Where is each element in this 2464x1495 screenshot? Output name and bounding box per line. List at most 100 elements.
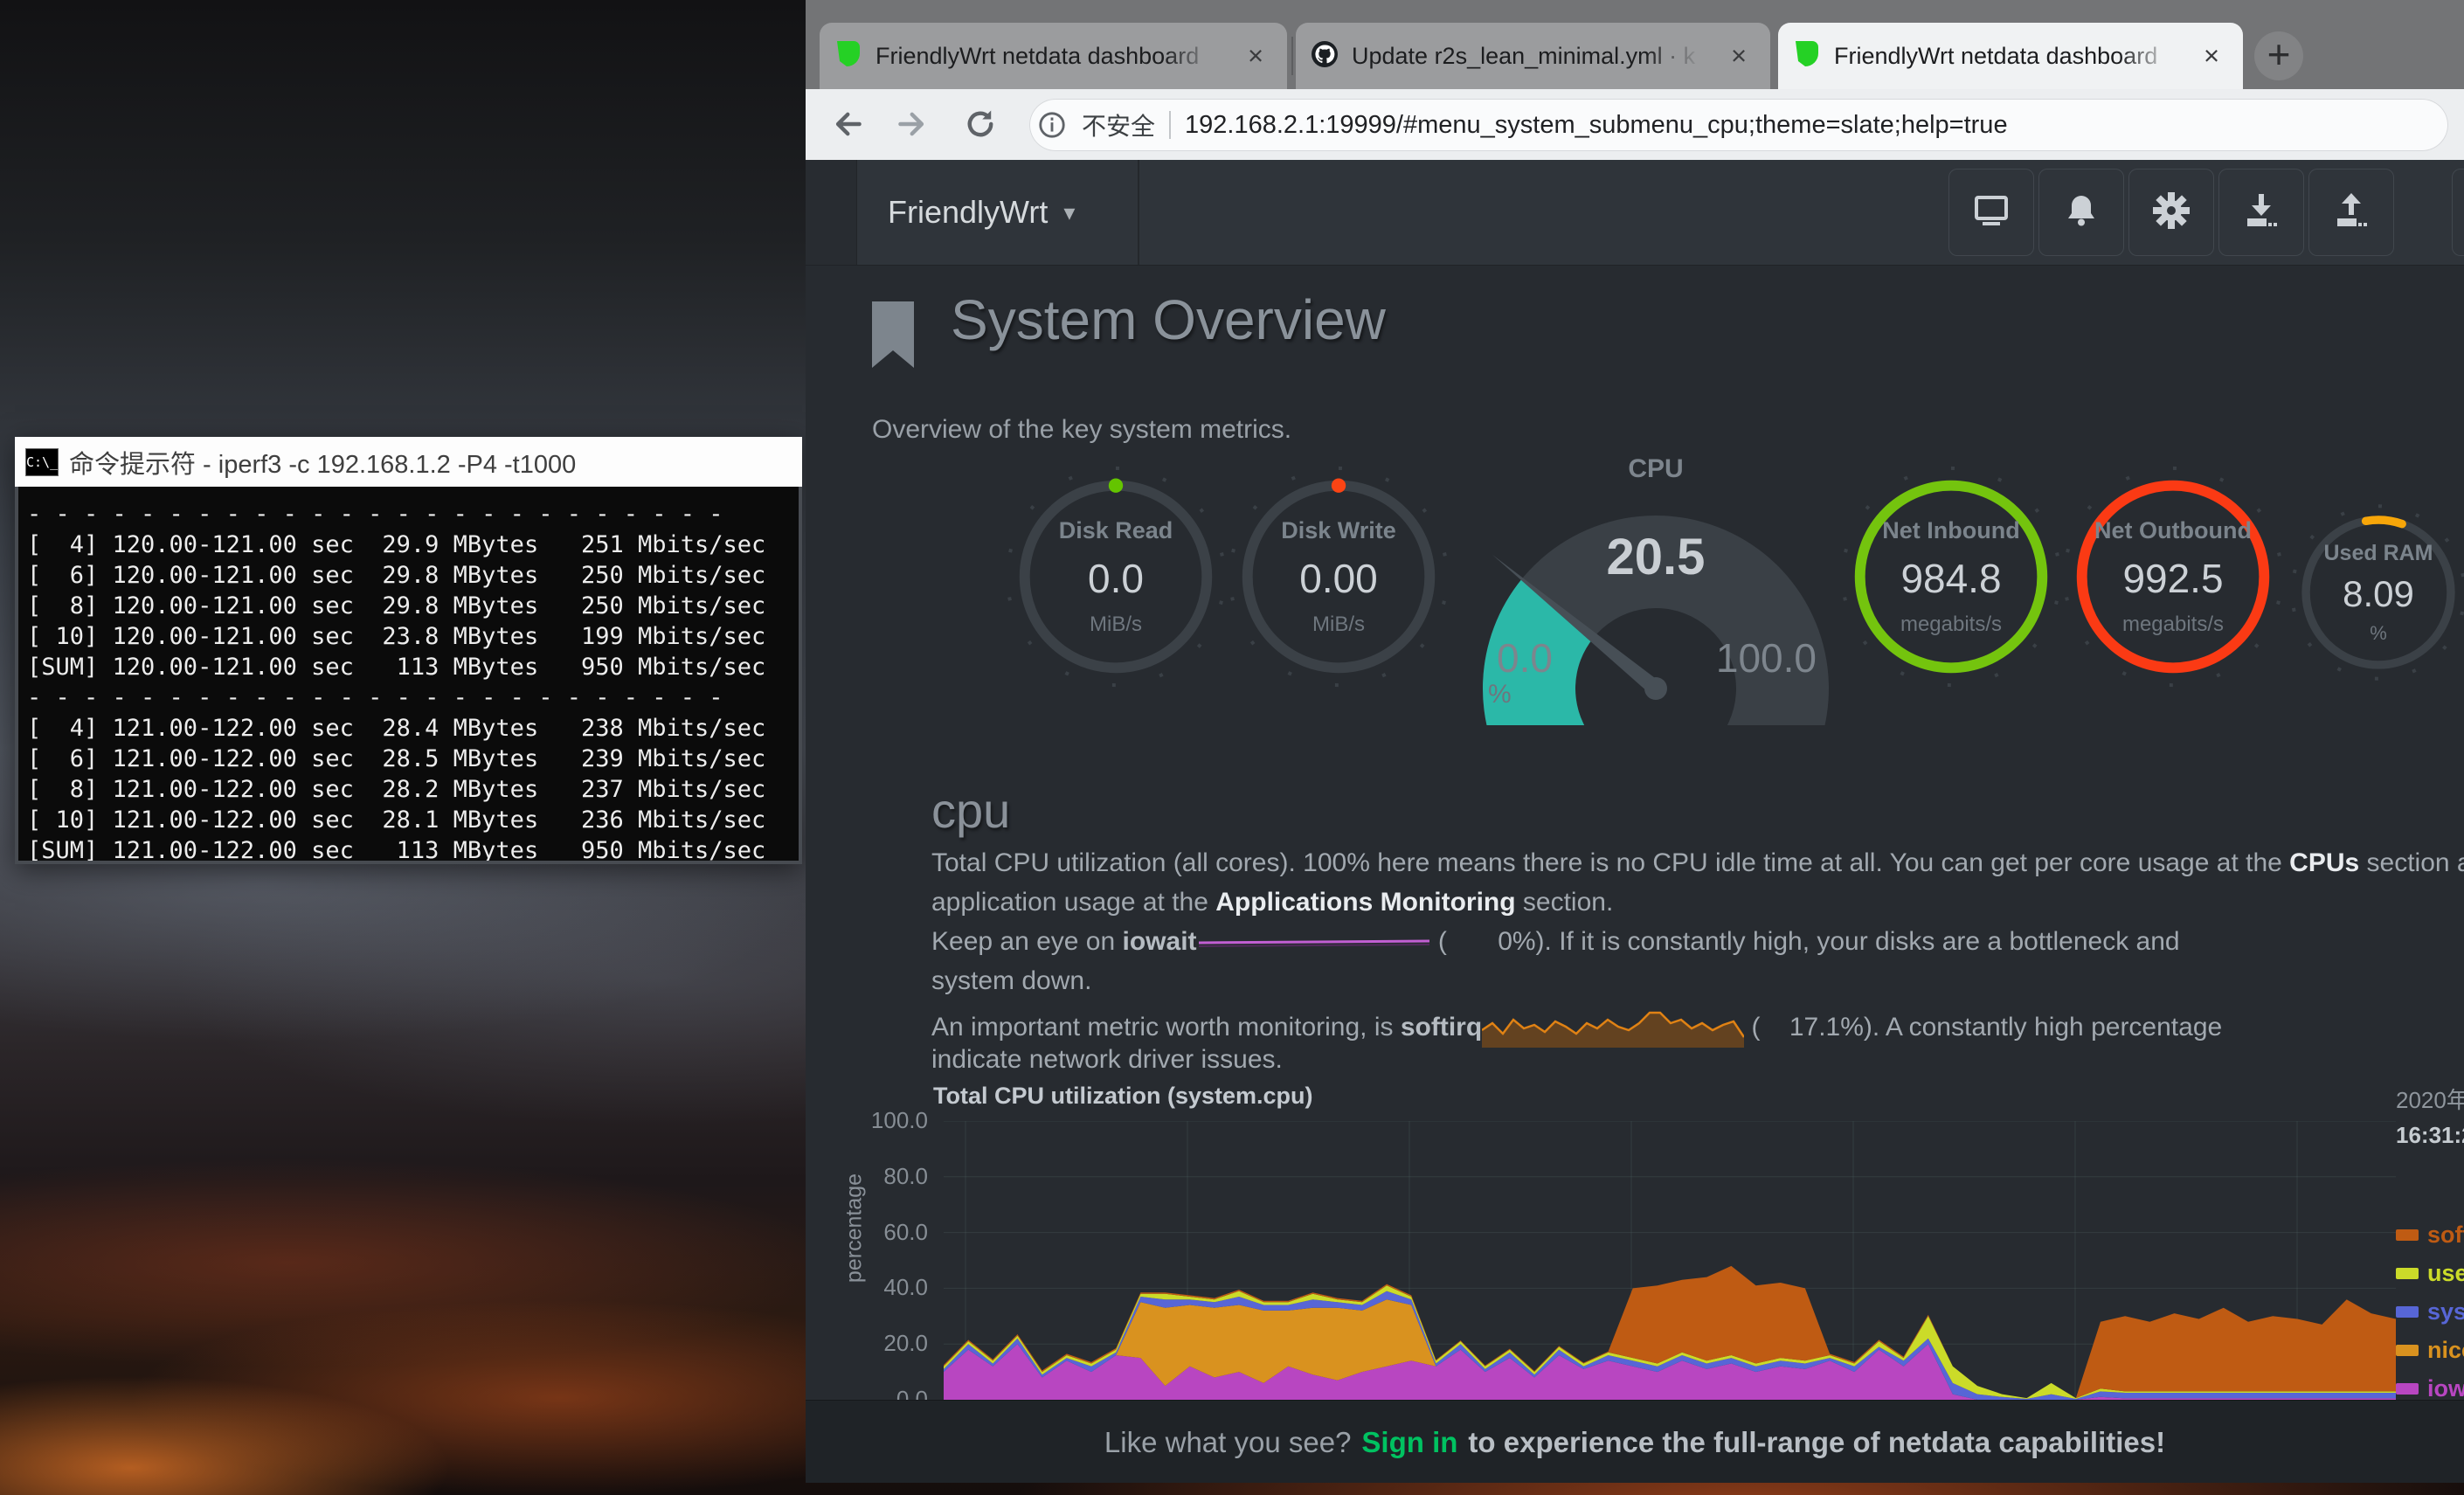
browser-tab[interactable]: Update r2s_lean_minimal.yml · k ×	[1296, 23, 1770, 89]
browser-tab[interactable]: FriendlyWrt netdata dashboard ×	[820, 23, 1287, 89]
banner-text-prefix: Like what you see?	[1104, 1426, 1352, 1459]
gauge-value: 984.8	[1900, 555, 2001, 602]
legend-swatch	[2396, 1383, 2419, 1395]
legend-swatch	[2396, 1306, 2419, 1318]
navbar-divider	[1138, 160, 1139, 265]
tab-separator	[1291, 37, 1293, 75]
cmd-icon: C:\_	[25, 448, 59, 476]
gauge-unit: megabits/s	[2122, 613, 2224, 637]
gauge-overlay: Used RAM8.09%	[2287, 501, 2464, 684]
sign-in-link[interactable]: Sign in	[1361, 1426, 1457, 1459]
text-span: ( 0%). If it is constantly high, your di…	[1431, 927, 2180, 956]
chart-time: 16:31:2	[2396, 1122, 2464, 1149]
terminal-line: - - - - - - - - - - - - - - - - - - - - …	[27, 682, 799, 713]
gauge-label: Disk Read	[1059, 517, 1173, 544]
gauge-unit: MiB/s	[1090, 613, 1142, 637]
browser-tab[interactable]: FriendlyWrt netdata dashboard×	[1778, 23, 2243, 89]
softirq-sparkline[interactable]	[1482, 1006, 1744, 1055]
gauge-disk-read[interactable]: Disk Read 0.0 MiB/s	[1000, 461, 1231, 692]
gauge-overlay: Disk Write0.00MiB/s	[1223, 461, 1454, 692]
info-icon[interactable]	[1029, 102, 1075, 148]
cpu-utilization-chart[interactable]	[944, 1121, 2396, 1400]
banner-text-suffix: to experience the full-range of netdata …	[1468, 1426, 2165, 1459]
legend-swatch	[2396, 1229, 2419, 1241]
y-axis-tick: 80.0	[841, 1163, 928, 1190]
back-button[interactable]	[821, 100, 870, 149]
signin-banner: Like what you see? Sign in to experience…	[806, 1400, 2464, 1483]
url-text: 192.168.2.1:19999/#menu_system_submenu_c…	[1185, 111, 2008, 140]
gauge-net-inbound[interactable]: Net Inbound984.8megabits/s	[1836, 461, 2066, 692]
legend-item-softirq: softirq	[2396, 1215, 2464, 1254]
clipped-button[interactable]	[2452, 169, 2464, 256]
legend-item-user: user	[2396, 1254, 2464, 1292]
chart-date: 2020年3	[2396, 1083, 2464, 1115]
gauge-cpu[interactable]: CPU20.50.0100.0%	[1472, 454, 1839, 725]
description-line: Total CPU utilization (all cores). 100% …	[931, 848, 2464, 888]
y-axis-tick: 40.0	[841, 1274, 928, 1301]
gauge-label: Used RAM	[2323, 541, 2433, 566]
gauge-value: 0.0	[1088, 555, 1144, 602]
legend-item-nice: nice	[2396, 1331, 2464, 1369]
display-button[interactable]	[1948, 169, 2034, 256]
netdata-favicon-icon	[1792, 39, 1822, 73]
tab-close-icon[interactable]: ×	[2194, 38, 2229, 73]
gauge-unit: megabits/s	[1900, 613, 2002, 637]
text-span: iowait	[1123, 927, 1197, 956]
tab-strip: FriendlyWrt netdata dashboard×Update r2s…	[806, 0, 2464, 89]
gauge-used-ram[interactable]: Used RAM8.09%	[2287, 501, 2464, 684]
address-bar[interactable]: 不安全 192.168.2.1:19999/#menu_system_subme…	[1029, 99, 2448, 151]
gauge-max: 100.0	[1716, 634, 1817, 682]
gauge-unit: %	[1488, 680, 1512, 709]
gauge-net-outbound[interactable]: Net Outbound992.5megabits/s	[2058, 461, 2288, 692]
legend-swatch	[2396, 1268, 2419, 1279]
terminal-line: [ 10] 121.00-122.00 sec 28.1 MBytes 236 …	[27, 805, 799, 835]
inline-link[interactable]: CPUs	[2289, 848, 2359, 877]
terminal-line: [ 4] 120.00-121.00 sec 29.9 MBytes 251 M…	[27, 529, 799, 560]
gauge-label: Disk Write	[1281, 517, 1396, 544]
page-subtitle: Overview of the key system metrics.	[872, 415, 1291, 445]
legend-swatch	[2396, 1345, 2419, 1356]
settings-gear-button[interactable]	[2128, 169, 2214, 256]
iowait-sparkline[interactable]	[1197, 928, 1431, 958]
terminal-line: [ 4] 121.00-122.00 sec 28.4 MBytes 238 M…	[27, 713, 799, 744]
netdata-favicon-icon	[834, 39, 863, 73]
settings-gear-icon	[2150, 190, 2192, 236]
gauge-overlay: Net Inbound984.8megabits/s	[1836, 461, 2066, 692]
navbar-edge	[806, 160, 857, 265]
legend-label: system	[2427, 1298, 2464, 1325]
netdata-navbar: FriendlyWrt ▾	[806, 160, 2464, 266]
text-span: ( 17.1%). A constantly high percentage	[1744, 1013, 2222, 1042]
tab-title: Update r2s_lean_minimal.yml · k	[1352, 43, 1709, 70]
terminal-line: [SUM] 120.00-121.00 sec 113 MBytes 950 M…	[27, 652, 799, 682]
legend-item-system: system	[2396, 1292, 2464, 1331]
terminal-titlebar[interactable]: C:\_ 命令提示符 - iperf3 -c 192.168.1.2 -P4 -…	[15, 437, 802, 487]
terminal-line: [ 6] 120.00-121.00 sec 29.8 MBytes 250 M…	[27, 560, 799, 591]
tab-close-icon[interactable]: ×	[1721, 38, 1756, 73]
description-line: An important metric worth monitoring, is…	[931, 1006, 2464, 1045]
legend-label: nice	[2427, 1337, 2464, 1364]
legend-label: softirq	[2427, 1222, 2464, 1249]
host-dropdown[interactable]: FriendlyWrt ▾	[888, 160, 1075, 265]
bookmark-icon	[870, 301, 916, 372]
import-download-button[interactable]	[2218, 169, 2304, 256]
reload-button[interactable]	[956, 100, 1005, 149]
gauge-disk-write[interactable]: Disk Write0.00MiB/s	[1223, 461, 1454, 692]
tab-title: FriendlyWrt netdata dashboard	[876, 43, 1226, 70]
export-upload-button[interactable]	[2308, 169, 2394, 256]
tab-close-icon[interactable]: ×	[1238, 38, 1273, 73]
new-tab-button[interactable]: +	[2254, 31, 2303, 80]
alarms-bell-button[interactable]	[2038, 169, 2124, 256]
y-axis-tick: 20.0	[841, 1330, 928, 1357]
github-favicon-icon	[1310, 39, 1339, 73]
gauge-value: 8.09	[2343, 573, 2414, 615]
gauge-overlay: Disk Read 0.0 MiB/s	[1000, 461, 1231, 692]
forward-button[interactable]	[889, 100, 938, 149]
gauge-value: 20.5	[1472, 528, 1839, 586]
description-line: Keep an eye on iowait ( 0%). If it is co…	[931, 927, 2464, 966]
terminal-window[interactable]: C:\_ 命令提示符 - iperf3 -c 192.168.1.2 -P4 -…	[15, 437, 802, 864]
text-span: section and	[2359, 848, 2464, 877]
chart-title: Total CPU utilization (system.cpu)	[933, 1083, 1313, 1110]
browser-toolbar: 不安全 192.168.2.1:19999/#menu_system_subme…	[806, 89, 2464, 160]
text-span: application usage at the	[931, 888, 1215, 917]
inline-link[interactable]: Applications Monitoring	[1215, 888, 1515, 917]
